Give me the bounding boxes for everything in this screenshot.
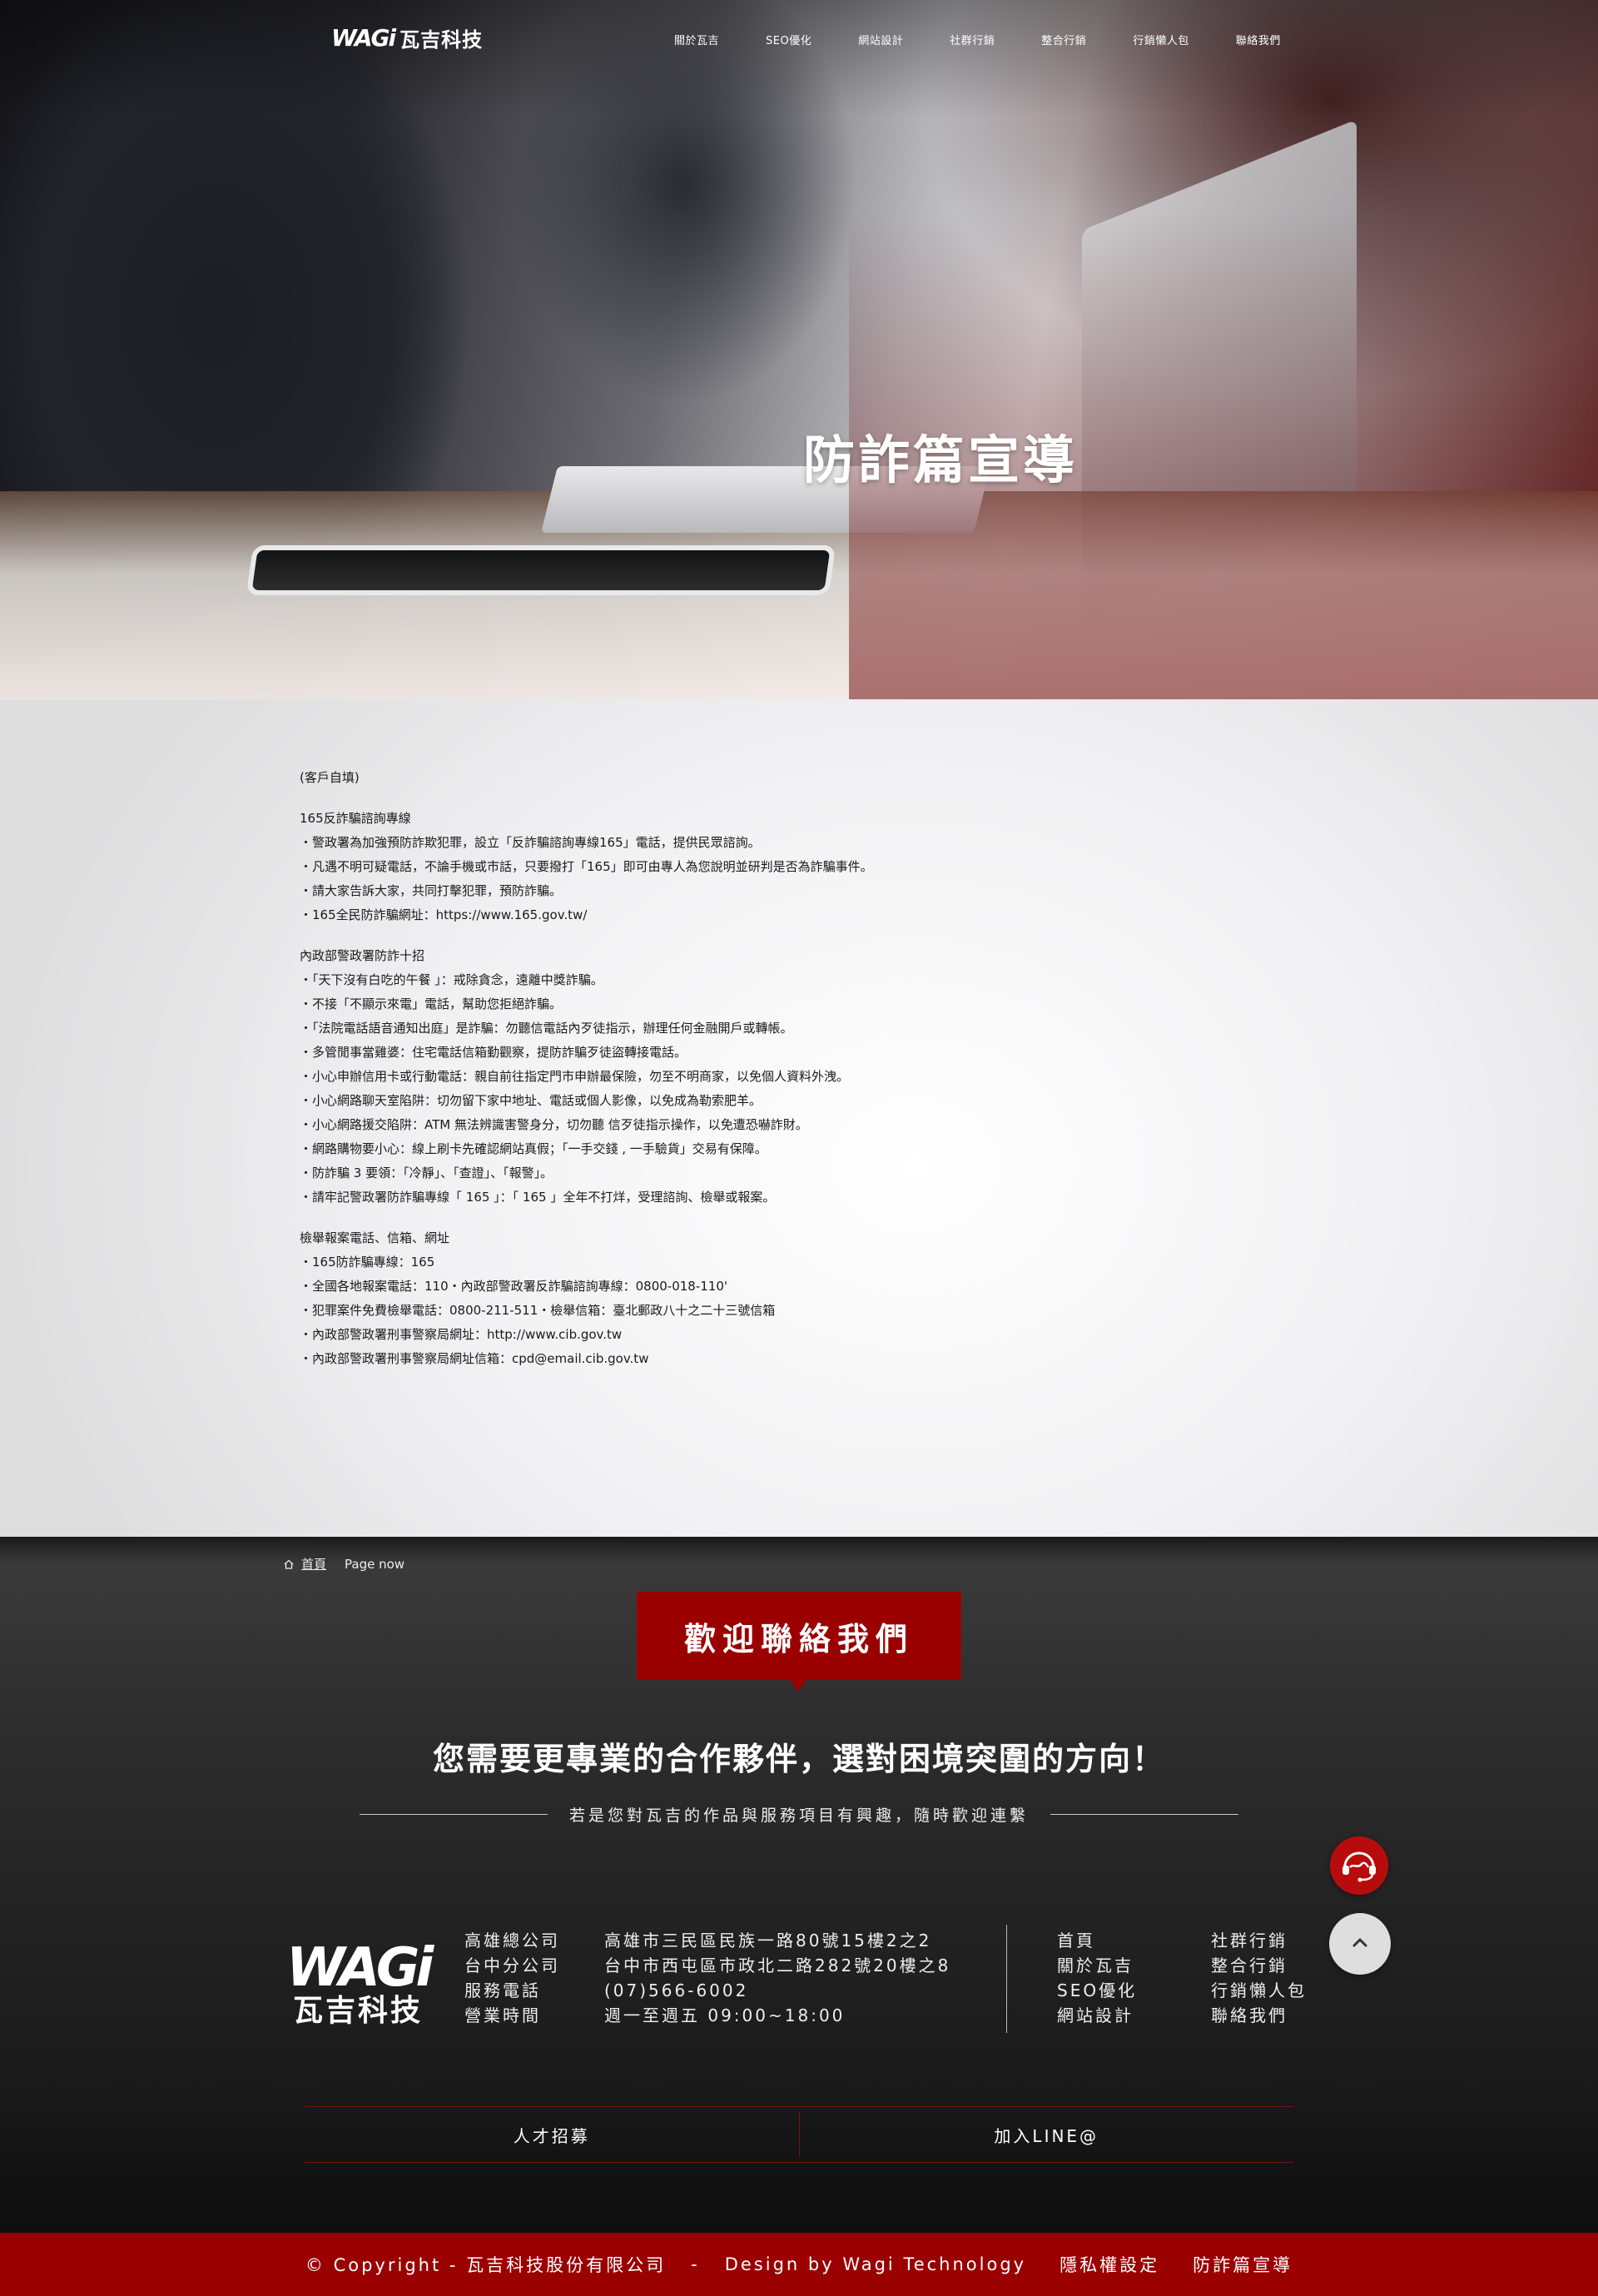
footer-nav-marketing-pack[interactable]: 行銷懶人包 (1211, 1978, 1328, 2003)
nav-item-marketing-pack[interactable]: 行銷懶人包 (1133, 32, 1189, 47)
footer-nav-home[interactable]: 首頁 (1057, 1928, 1211, 1953)
contact-subline-text: 若是您對瓦吉的作品與服務項目有興趣，隨時歡迎連繫 (569, 1806, 1030, 1825)
site-footer: 首頁 Page now 歡迎聯絡我們 您需要更專業的合作夥伴，選對困境突圍的方向… (0, 1537, 1598, 2233)
info-label: 營業時間 (464, 2005, 541, 2025)
article-line: ・請牢記警政署防詐騙專線「 165 」：「 165 」全年不打烊，受理諮詢、檢舉… (300, 1190, 776, 1205)
top-navbar: WAGi 瓦吉科技 關於瓦吉 SEO優化 網站設計 社群行銷 整合行銷 行銷懶人… (0, 0, 1598, 83)
footer-nav-contact[interactable]: 聯絡我們 (1211, 2003, 1328, 2028)
copyright-separator: - (691, 2254, 700, 2274)
contact-slogan: 您需要更專業的合作夥伴，選對困境突圍的方向！ (432, 1741, 1165, 1777)
footer-logo[interactable]: WAGi 瓦吉科技 (286, 1937, 434, 2028)
info-value: (07)566-6002 (604, 1980, 749, 2000)
divider (360, 1814, 548, 1815)
logo-mark: WAGi (331, 24, 396, 52)
section-heading: 內政部警政署防詐十招 (300, 948, 425, 963)
footer-logo-mark: WAGi (286, 1937, 434, 1999)
article-line: ・「法院電話語音通知出庭」是詐騙：勿聽信電話內歹徒指示，辦理任何金融開戶或轉帳。 (300, 1021, 793, 1036)
article-body: (客戶自填) 165反詐騙諮詢專線 ・警政署為加強預防詐欺犯罪，設立「反詐騙諮詢… (300, 766, 1298, 1371)
article-line: ・小心申辦信用卡或行動電話：親自前往指定門市申辦最保險，勿至不明商家，以免個人資… (300, 1069, 850, 1084)
article-line: ・全國各地報案電話：110・內政部警政署反詐騙諮詢專線：0800-018-110… (300, 1279, 728, 1294)
info-label: 高雄總公司 (464, 1931, 560, 1951)
article-line: ・凡遇不明可疑電話，不論手機或市話，只要撥打「165」即可由專人為您說明並研判是… (300, 859, 873, 874)
article-line: ・多管閒事當雞婆：住宅電話信箱勤觀察，提防詐騙歹徒盜轉接電話。 (300, 1045, 687, 1060)
article-line: ・請大家告訴大家，共同打擊犯罪，預防詐騙。 (300, 883, 563, 898)
info-label: 台中分公司 (464, 1956, 560, 1975)
article-line: ・防詐騙 3 要領：「冷靜」、「查證」、「報警」。 (300, 1165, 553, 1180)
nav-item-contact[interactable]: 聯絡我們 (1236, 32, 1281, 47)
article-line: ・小心網路聊天室陷阱：切勿留下家中地址、電話或個人影像，以免成為勒索肥羊。 (300, 1093, 762, 1108)
footer-nav: 首頁 社群行銷 關於瓦吉 整合行銷 SEO優化 行銷懶人包 網站設計 聯絡我們 (1057, 1928, 1328, 2028)
privacy-link[interactable]: 隱私權設定 (1060, 2252, 1159, 2277)
main-nav: 關於瓦吉 SEO優化 網站設計 社群行銷 整合行銷 行銷懶人包 聯絡我們 (674, 32, 1328, 47)
company-info: 高雄總公司 高雄市三民區民族一路80號15樓2之2 台中分公司 台中市西屯區市政北二… (464, 1928, 950, 2028)
article-line: ・網路購物要小心：線上刷卡先確認網站真假；「一手交錢 , 一手驗貨」交易有保障。 (300, 1141, 767, 1156)
article-line: ・165全民防詐騙網址：https://www.165.gov.tw/ (300, 907, 588, 922)
info-value: 週一至週五 09:00~18:00 (604, 2005, 846, 2025)
article-line: ・「天下沒有白吃的午餐 」：戒除貪念，遠離中獎詐騙。 (300, 972, 603, 987)
careers-link[interactable]: 人才招募 (305, 2107, 799, 2162)
customer-service-icon[interactable] (1330, 1836, 1388, 1895)
article-line: ・警政署為加強預防詐欺犯罪，設立「反詐騙諮詢專線165」電話，提供民眾諮詢。 (300, 835, 761, 850)
info-value: 台中市西屯區市政北二路282號20樓之8 (604, 1956, 951, 1975)
footer-nav-web-design[interactable]: 網站設計 (1057, 2003, 1211, 2028)
hero-banner: WAGi 瓦吉科技 關於瓦吉 SEO優化 網站設計 社群行銷 整合行銷 行銷懶人… (0, 0, 1598, 699)
info-label: 服務電話 (464, 1980, 541, 2000)
article-line: ・165防詐騙專線：165 (300, 1255, 435, 1270)
logo-text: 瓦吉科技 (400, 28, 484, 52)
footer-nav-about[interactable]: 關於瓦吉 (1057, 1953, 1211, 1978)
hero-tablet-bg (246, 545, 836, 595)
footer-divider (1006, 1925, 1007, 2033)
site-logo[interactable]: WAGi 瓦吉科技 (331, 23, 483, 52)
nav-item-seo[interactable]: SEO優化 (766, 32, 811, 47)
footer-nav-seo[interactable]: SEO優化 (1057, 1978, 1211, 2003)
line-link[interactable]: 加入LINE@ (800, 2107, 1294, 2162)
fraud-notice-link[interactable]: 防詐篇宣導 (1193, 2252, 1293, 2277)
contact-badge: 歡迎聯絡我們 (637, 1592, 961, 1692)
divider (1050, 1814, 1239, 1815)
article-line: ・犯罪案件免費檢舉電話：0800-211-511・檢舉信箱：臺北郵政八十之二十三… (300, 1303, 776, 1318)
footer-bottom-links: 人才招募 加入LINE@ (305, 2106, 1293, 2163)
chevron-up-icon (1349, 1931, 1371, 1956)
article-line: ・內政部警政署刑事警察局網址：http://www.cib.gov.tw (300, 1327, 623, 1342)
contact-subline: 若是您對瓦吉的作品與服務項目有興趣，隨時歡迎連繫 (360, 1803, 1239, 1826)
article-intro: (客戶自填) (300, 770, 360, 785)
breadcrumb-home-link[interactable]: 首頁 (301, 1555, 326, 1573)
section-heading: 165反詐騙諮詢專線 (300, 811, 411, 826)
info-value: 高雄市三民區民族一路80號15樓2之2 (604, 1931, 932, 1951)
main-content: (客戶自填) 165反詐騙諮詢專線 ・警政署為加強預防詐欺犯罪，設立「反詐騙諮詢… (0, 699, 1598, 1537)
nav-item-about[interactable]: 關於瓦吉 (674, 32, 719, 47)
footer-logo-text: 瓦吉科技 (293, 1994, 424, 2028)
nav-item-integrated[interactable]: 整合行銷 (1041, 32, 1086, 47)
footer-nav-integrated[interactable]: 整合行銷 (1211, 1953, 1328, 1978)
breadcrumb-current: Page now (345, 1556, 405, 1572)
article-line: ・小心網路援交陷阱：ATM 無法辨識害警身分，切勿聽 信歹徒指示操作，以免遭恐嚇… (300, 1117, 808, 1132)
section-heading: 檢舉報案電話、信箱、網址 (300, 1230, 450, 1245)
breadcrumb: 首頁 Page now (283, 1555, 404, 1573)
copyright-text: © Copyright - 瓦吉科技股份有限公司 (305, 2255, 667, 2275)
design-credit: Design by Wagi Technology (724, 2254, 1027, 2274)
page-title: 防詐篇宣導 (803, 430, 1079, 490)
home-icon (283, 1558, 295, 1570)
article-line: ・內政部警政署刑事警察局網址信箱：cpd@email.cib.gov.tw (300, 1351, 649, 1366)
nav-item-social[interactable]: 社群行銷 (950, 32, 995, 47)
copyright-bar: © Copyright - 瓦吉科技股份有限公司 - Design by Wag… (0, 2233, 1598, 2296)
footer-nav-social[interactable]: 社群行銷 (1211, 1928, 1328, 1953)
article-line: ・不接「不顯示來電」電話，幫助您拒絕詐騙。 (300, 996, 563, 1011)
scroll-top-button[interactable] (1329, 1913, 1391, 1975)
nav-item-web-design[interactable]: 網站設計 (858, 32, 903, 47)
